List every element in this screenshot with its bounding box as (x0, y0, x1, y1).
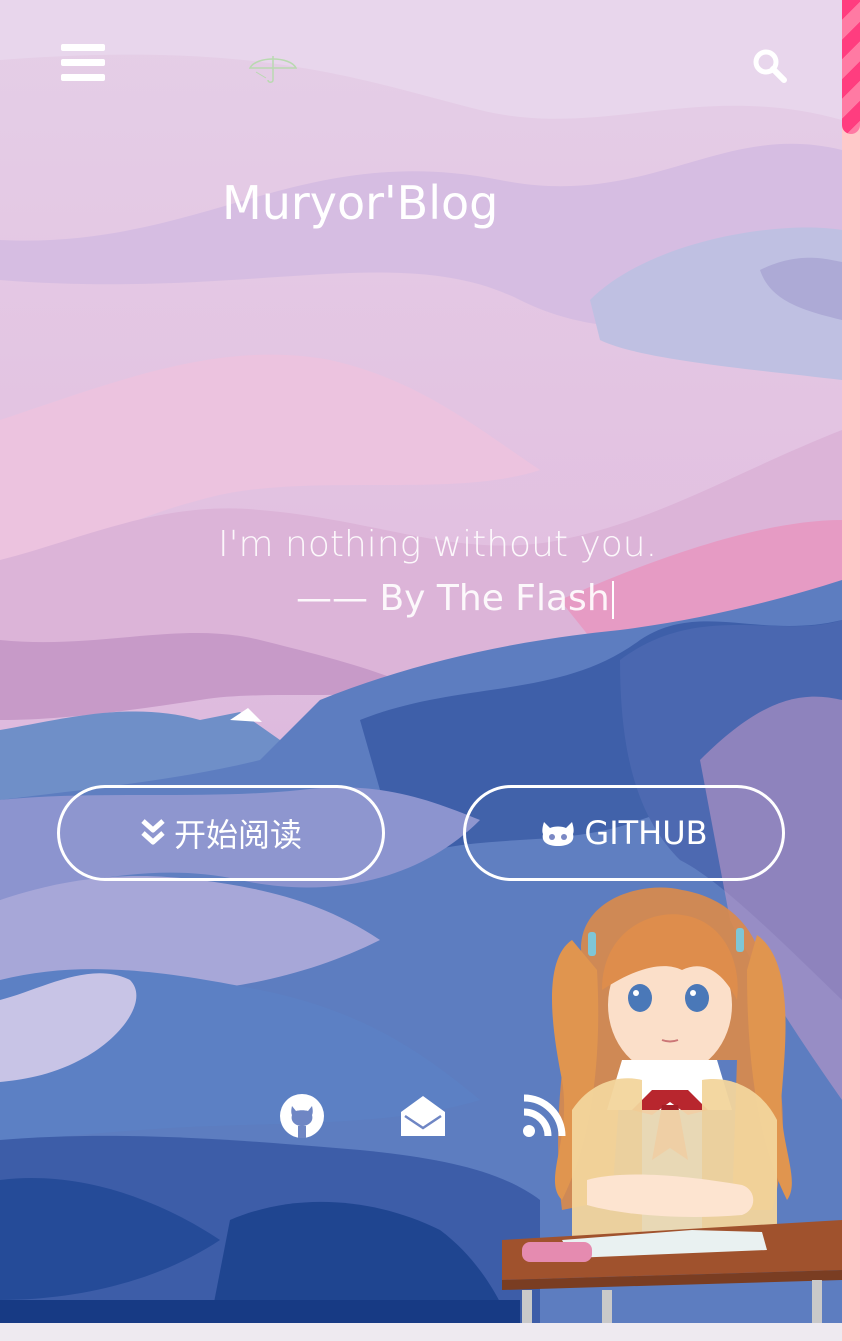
hero-background: Muryor'Blog I'm nothing without you. —— … (0, 0, 842, 1323)
umbrella-logo-icon[interactable] (246, 50, 300, 84)
start-reading-label: 开始阅读 (173, 816, 302, 854)
github-label: GITHUB (584, 814, 708, 852)
site-title: Muryor'Blog (222, 176, 499, 230)
bottom-edge (0, 1323, 842, 1341)
search-icon[interactable] (752, 48, 788, 84)
quote-author: —— By The Flash (296, 578, 614, 619)
double-chevron-down-icon (140, 818, 166, 848)
envelope-open-icon[interactable] (399, 1092, 447, 1140)
quote-author-text: —— By The Flash (296, 578, 610, 619)
github-icon[interactable] (278, 1092, 326, 1140)
github-button[interactable]: GITHUB (463, 785, 785, 881)
scrollbar-track[interactable] (842, 0, 860, 1341)
typing-caret (611, 581, 614, 619)
scrollbar-thumb[interactable] (842, 0, 860, 134)
quote-text: I'm nothing without you. (218, 524, 658, 565)
rss-icon[interactable] (520, 1092, 568, 1140)
hamburger-menu-icon[interactable] (61, 44, 105, 84)
github-cat-icon (540, 818, 576, 848)
start-reading-button[interactable]: 开始阅读 (57, 785, 385, 881)
